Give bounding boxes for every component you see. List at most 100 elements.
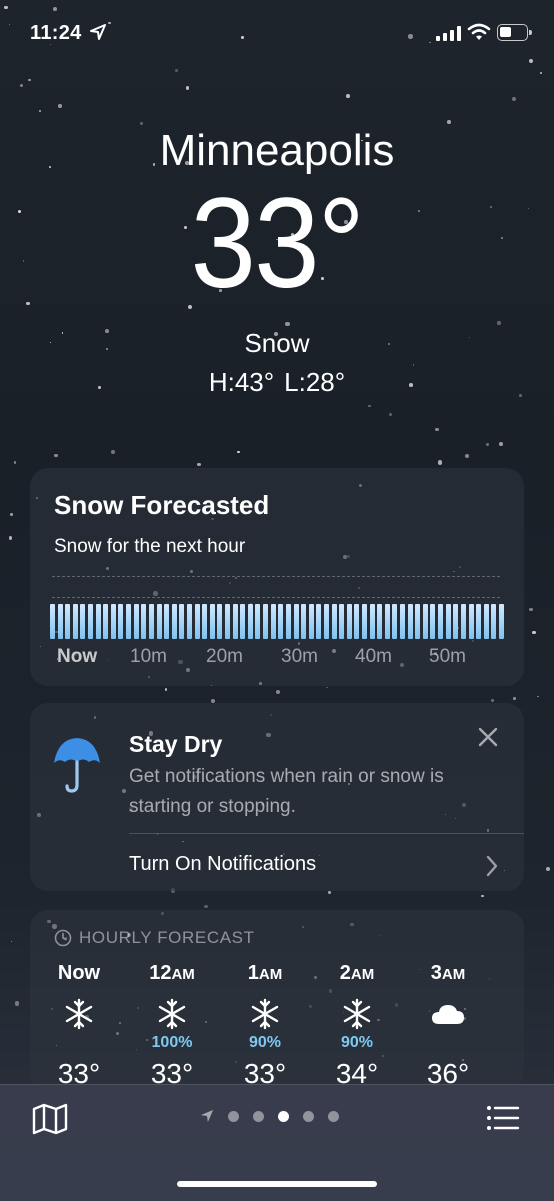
- hour-label: 12AM: [149, 962, 195, 984]
- precipitation-bar: [232, 604, 238, 639]
- precipitation-bar: [194, 604, 200, 639]
- turn-on-notifications-link[interactable]: Turn On Notifications: [129, 853, 316, 876]
- snowflake-icon: [127, 994, 217, 1034]
- snowflake-particle: [9, 512, 13, 516]
- snowflake-particle: [532, 630, 536, 635]
- snowflake-particle: [204, 904, 208, 909]
- snowflake-icon: [220, 994, 310, 1034]
- snowflake-particle: [237, 450, 240, 453]
- precipitation-bar: [361, 604, 367, 639]
- page-dot-active[interactable]: [278, 1110, 289, 1122]
- status-time: 11:24: [30, 22, 82, 44]
- low-temp: L:28°: [284, 367, 346, 397]
- precipitation-bar: [430, 604, 436, 639]
- page-dot[interactable]: [228, 1110, 239, 1122]
- precipitation-bar: [72, 604, 78, 639]
- precipitation-bar: [88, 604, 94, 639]
- snowflake-particle: [545, 867, 550, 872]
- precipitation-bar: [171, 604, 177, 639]
- notifications-card: Stay Dry Get notifications when rain or …: [30, 703, 524, 891]
- list-icon[interactable]: [486, 1105, 520, 1131]
- hourly-forecast-card[interactable]: HOURLY FORECAST Now 33° 12AM 100% 33° 1AM 90% 3…: [30, 910, 524, 1090]
- snowflake-particle: [446, 119, 451, 124]
- precipitation-bar: [255, 604, 261, 639]
- precipitation-bar: [438, 604, 444, 639]
- precipitation-bar: [285, 604, 291, 639]
- hourly-forecast-header: HOURLY FORECAST: [54, 928, 255, 948]
- precipitation-bars: [50, 604, 504, 639]
- precipitation-bar: [179, 604, 185, 639]
- precipitation-bar: [415, 604, 421, 639]
- precipitation-bar: [384, 604, 390, 639]
- snowflake-particle: [19, 83, 23, 87]
- precipitation-bar: [453, 604, 459, 639]
- time-axis: Now 10m 20m 30m 40m 50m: [54, 646, 514, 672]
- current-temperature: 33°: [0, 180, 554, 308]
- precipitation-bar: [308, 604, 314, 639]
- snowflake-particle: [412, 364, 415, 366]
- snowflake-icon: [312, 994, 402, 1034]
- snowflake-particle: [537, 695, 539, 698]
- close-icon[interactable]: [478, 727, 498, 747]
- snowflake-particle: [512, 697, 516, 700]
- snowflake-particle: [388, 412, 392, 416]
- hour-label: 2AM: [339, 962, 375, 984]
- precipitation-bar: [202, 604, 208, 639]
- page-dot[interactable]: [303, 1110, 314, 1122]
- precipitation-bar: [293, 604, 299, 639]
- notify-description: Get notifications when rain or snow is s…: [129, 766, 444, 817]
- snowflake-particle: [539, 71, 542, 74]
- hourly-item: 2AM 90% 34°: [312, 958, 402, 1090]
- hourly-item: Now 33°: [34, 958, 124, 1090]
- wifi-icon: [467, 23, 491, 40]
- precipitation-bar: [164, 604, 170, 639]
- precipitation-bar: [50, 604, 55, 639]
- home-indicator[interactable]: [177, 1181, 377, 1187]
- hourly-item: 1AM 90% 33°: [220, 958, 310, 1090]
- precipitation-title: Snow Forecasted: [54, 490, 270, 520]
- tick-label: 50m: [429, 646, 466, 667]
- tick-label: 40m: [355, 646, 392, 667]
- precip-chance: [403, 1034, 493, 1056]
- current-temperature-value: 33°: [190, 172, 365, 315]
- page-dot[interactable]: [328, 1110, 339, 1122]
- snowflake-particle: [140, 122, 143, 125]
- precipitation-bar: [57, 604, 63, 639]
- precipitation-bar: [118, 604, 124, 639]
- snowflake-particle: [485, 443, 489, 446]
- precipitation-bar: [126, 604, 132, 639]
- tick-label: Now: [57, 646, 98, 667]
- snowflake-particle: [437, 460, 442, 465]
- precipitation-bar: [422, 604, 428, 639]
- hour-label: 1AM: [247, 962, 283, 984]
- status-bar: 11:24: [0, 0, 554, 64]
- location-arrow-icon[interactable]: [200, 1109, 214, 1123]
- precipitation-bar: [316, 604, 322, 639]
- precip-chance: 90%: [248, 1034, 282, 1051]
- precipitation-bar: [225, 604, 231, 639]
- snowflake-particle: [14, 1001, 20, 1006]
- precipitation-bar: [369, 604, 375, 639]
- tick-label: 30m: [281, 646, 318, 667]
- page-indicator[interactable]: [200, 1109, 339, 1123]
- map-icon[interactable]: [32, 1103, 68, 1135]
- snowflake-particle: [8, 536, 13, 540]
- precipitation-card[interactable]: Snow Forecasted Snow for the next hour N…: [30, 468, 524, 686]
- precipitation-bar: [445, 604, 451, 639]
- precipitation-bar: [270, 604, 276, 639]
- precipitation-bar: [354, 604, 360, 639]
- location-arrow-icon: [90, 24, 106, 40]
- chart-gridline: [52, 576, 500, 577]
- precip-chance: 100%: [151, 1034, 193, 1051]
- page-dot[interactable]: [253, 1110, 264, 1122]
- precipitation-bar: [392, 604, 398, 639]
- precipitation-bar: [240, 604, 246, 639]
- precipitation-bar: [95, 604, 101, 639]
- precipitation-bar: [156, 604, 162, 639]
- high-temp: H:43°: [208, 367, 275, 397]
- snowflake-particle: [491, 698, 495, 703]
- tick-label: 20m: [206, 646, 243, 667]
- snowflake-particle: [111, 449, 115, 454]
- precip-chance: [34, 1034, 124, 1056]
- precipitation-bar: [209, 604, 215, 639]
